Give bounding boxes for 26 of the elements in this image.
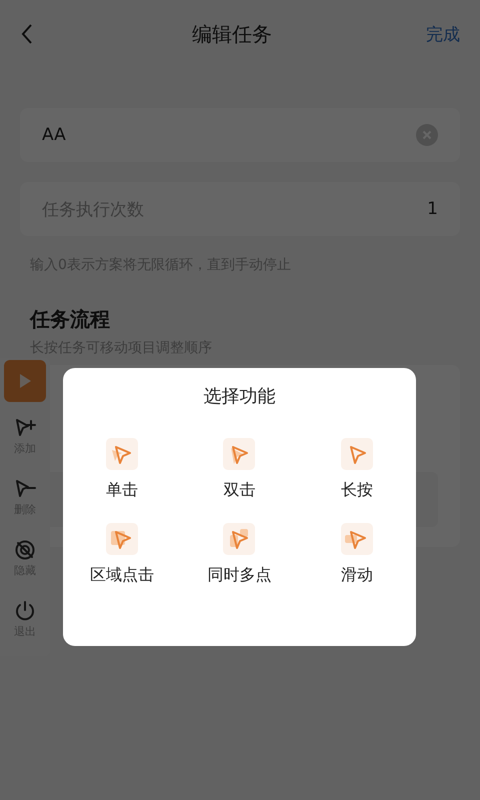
- function-option[interactable]: 滑动: [298, 523, 416, 586]
- play-button[interactable]: [4, 360, 46, 402]
- pointer-icon: [341, 523, 374, 555]
- pointer-icon: [106, 523, 138, 555]
- section-title: 任务流程: [30, 306, 111, 333]
- play-icon: [18, 373, 32, 389]
- remove-pointer-icon: [14, 478, 36, 500]
- function-option[interactable]: 双击: [180, 438, 298, 501]
- page-title: 编辑任务: [192, 20, 272, 48]
- pointer-icon: [106, 438, 138, 470]
- add-pointer-icon: [14, 416, 36, 438]
- hide-icon: [14, 538, 36, 560]
- back-icon: [20, 23, 34, 45]
- dialog-title: 选择功能: [204, 385, 276, 408]
- field-value: 1: [427, 199, 438, 219]
- field-value: AA: [42, 125, 66, 145]
- power-icon: [14, 600, 36, 622]
- done-link[interactable]: 完成: [426, 22, 460, 46]
- function-option[interactable]: 长按: [298, 438, 416, 501]
- name-field[interactable]: AA: [20, 108, 460, 162]
- pointer-icon: [223, 438, 256, 470]
- function-option[interactable]: 单击: [63, 438, 181, 501]
- function-option[interactable]: 区域点击: [63, 523, 181, 586]
- pointer-icon: [223, 523, 256, 555]
- pointer-icon: [341, 438, 374, 470]
- function-option[interactable]: 同时多点: [180, 523, 298, 586]
